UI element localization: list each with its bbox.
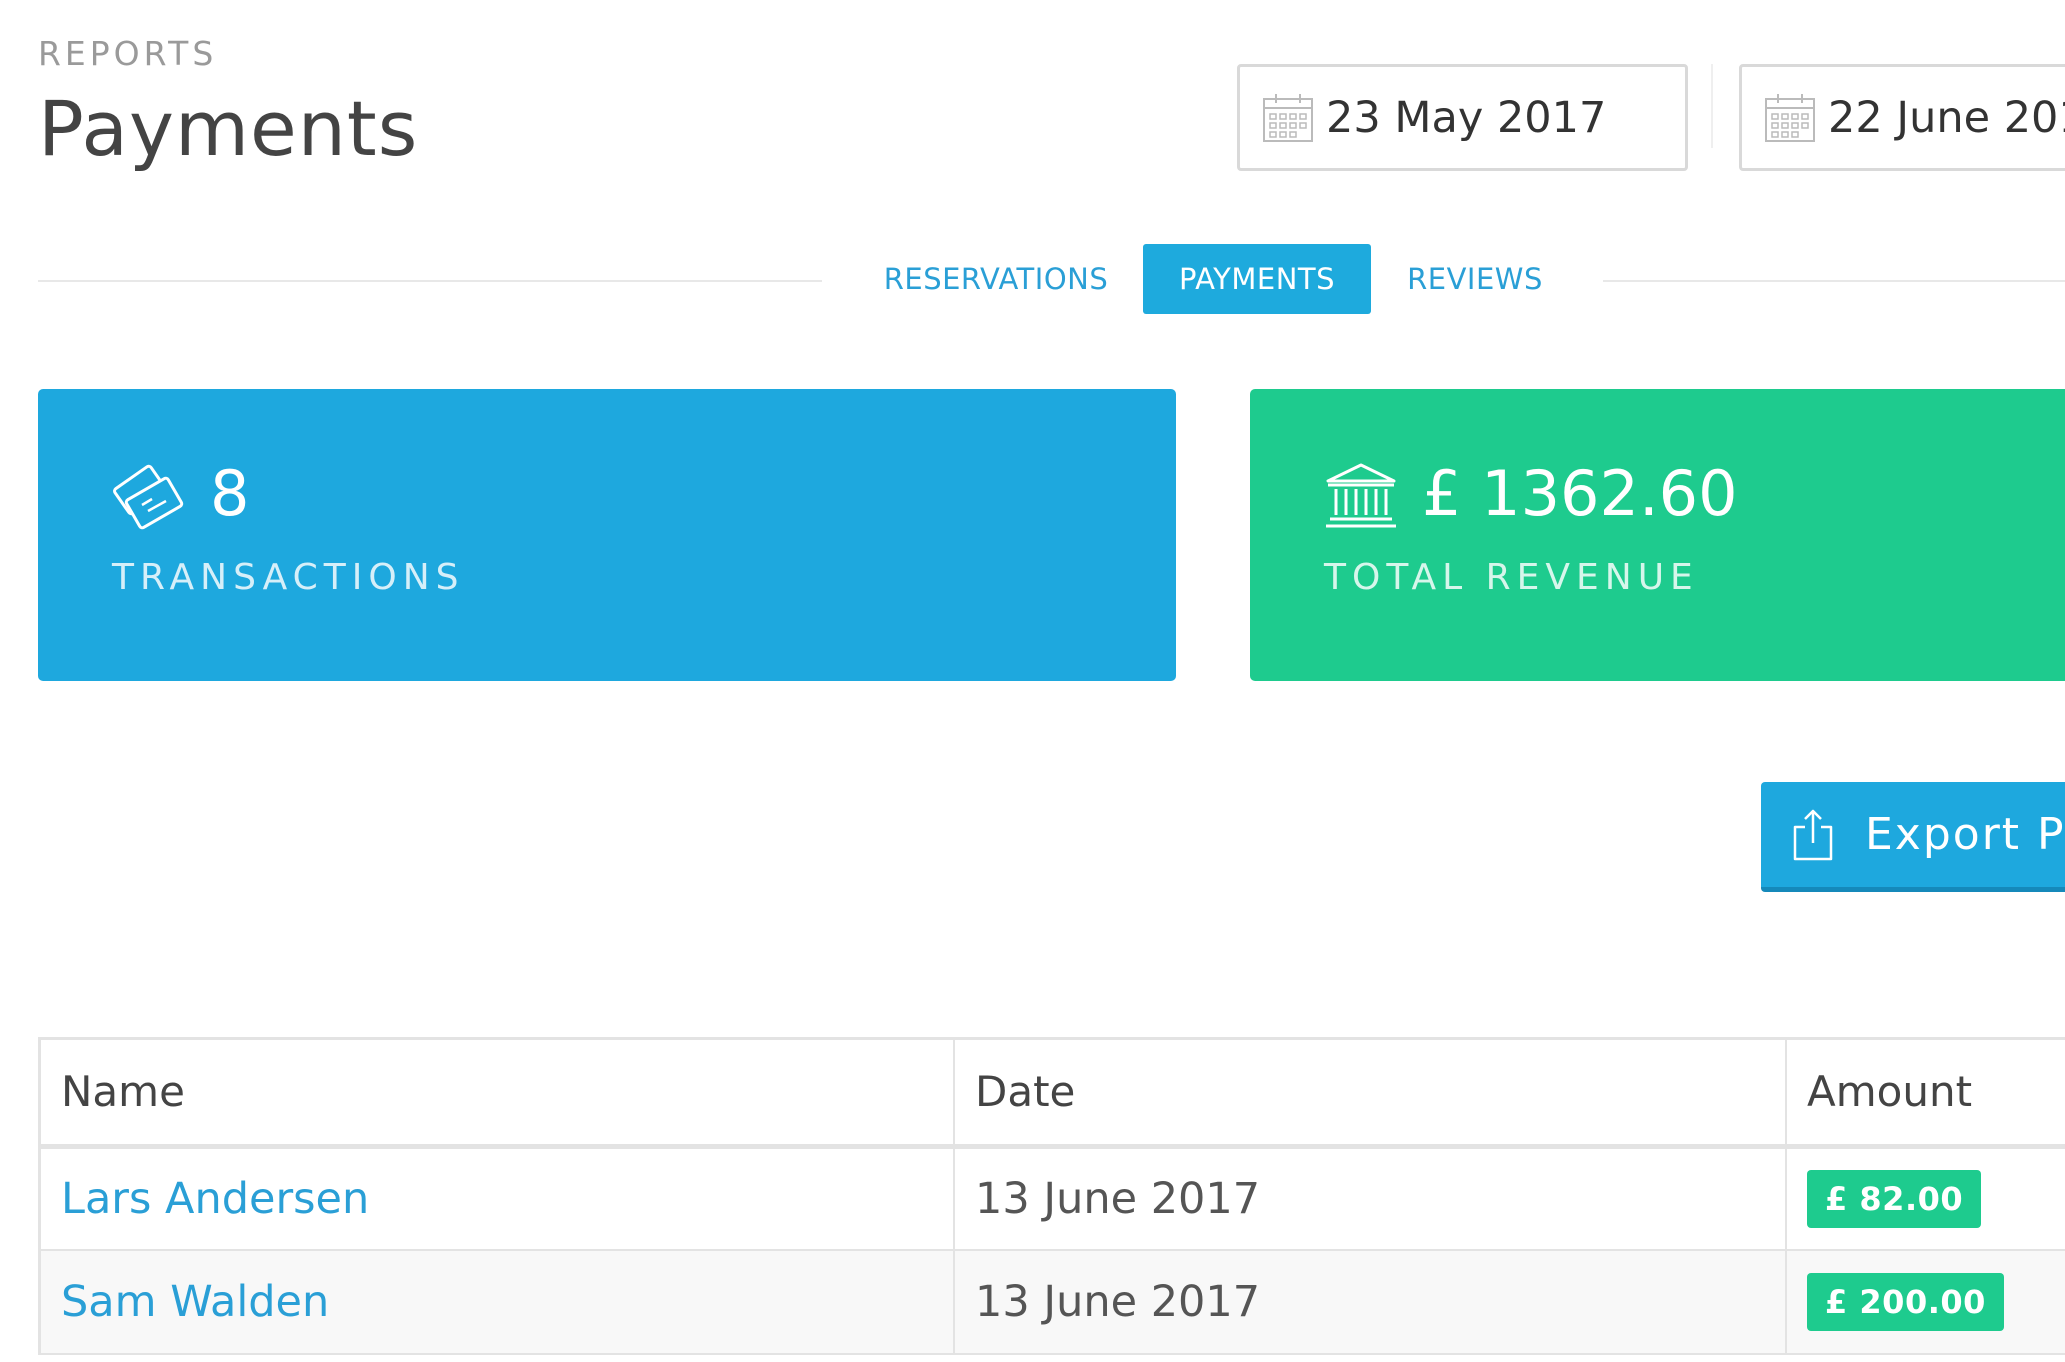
share-export-icon xyxy=(1793,809,1833,860)
tabs-rule-left xyxy=(38,280,822,282)
payments-table: Name Date Amount Lars Andersen 13 June 2… xyxy=(38,1037,2065,1355)
guest-name-link[interactable]: Lars Andersen xyxy=(61,1174,369,1224)
table-cell-name: Sam Walden xyxy=(41,1250,955,1355)
transactions-card: 8 TRANSACTIONS xyxy=(38,389,1176,681)
date-divider xyxy=(1711,64,1713,148)
calendar-icon xyxy=(1263,93,1313,142)
page-title: Payments xyxy=(38,84,419,173)
calendar-icon xyxy=(1765,93,1815,142)
amount-badge: £ 82.00 xyxy=(1807,1169,1982,1228)
column-header-amount[interactable]: Amount xyxy=(1786,1040,2065,1149)
bank-icon xyxy=(1326,463,1396,528)
payments-report-page: REPORTS Payments 23 May 2017 22 June 20 … xyxy=(0,0,2065,1362)
date-to-picker[interactable]: 22 June 2017 xyxy=(1739,64,2065,171)
date-from-picker[interactable]: 23 May 2017 xyxy=(1237,64,1688,171)
transactions-label: TRANSACTIONS xyxy=(112,557,465,598)
tab-reviews[interactable]: REVIEWS xyxy=(1392,244,1558,314)
table-row: Sam Walden 13 June 2017 £ 200.00 xyxy=(41,1250,2065,1355)
column-header-name[interactable]: Name xyxy=(41,1040,955,1149)
tab-payments[interactable]: PAYMENTS xyxy=(1143,244,1371,314)
date-from-value: 23 May 2017 xyxy=(1326,92,1607,143)
amount-badge: £ 200.00 xyxy=(1807,1273,2004,1331)
transactions-value: 8 xyxy=(210,457,250,530)
section-eyebrow: REPORTS xyxy=(38,34,218,73)
table-cell-date: 13 June 2017 xyxy=(954,1146,1787,1251)
table-cell-amount: £ 82.00 xyxy=(1786,1146,2065,1251)
total-revenue-card: £ 1362.60 TOTAL REVENUE xyxy=(1250,389,2065,681)
credit-cards-icon xyxy=(113,464,184,530)
table-header-row: Name Date Amount xyxy=(41,1040,2065,1149)
date-to-value: 22 June 2017 xyxy=(1828,92,2065,143)
table-cell-amount: £ 200.00 xyxy=(1786,1250,2065,1355)
table-row: Lars Andersen 13 June 2017 £ 82.00 xyxy=(41,1146,2065,1251)
total-revenue-value: £ 1362.60 xyxy=(1422,457,1738,530)
table-cell-name: Lars Andersen xyxy=(41,1146,955,1251)
tab-reservations[interactable]: RESERVATIONS xyxy=(870,244,1122,314)
export-button-label: Export Payments xyxy=(1865,809,2065,860)
export-payments-button[interactable]: Export Payments xyxy=(1761,782,2065,892)
table-cell-date: 13 June 2017 xyxy=(954,1250,1787,1355)
total-revenue-label: TOTAL REVENUE xyxy=(1324,557,1699,598)
guest-name-link[interactable]: Sam Walden xyxy=(61,1277,329,1327)
column-header-date[interactable]: Date xyxy=(954,1040,1787,1149)
tabs-rule-right xyxy=(1603,280,2065,282)
